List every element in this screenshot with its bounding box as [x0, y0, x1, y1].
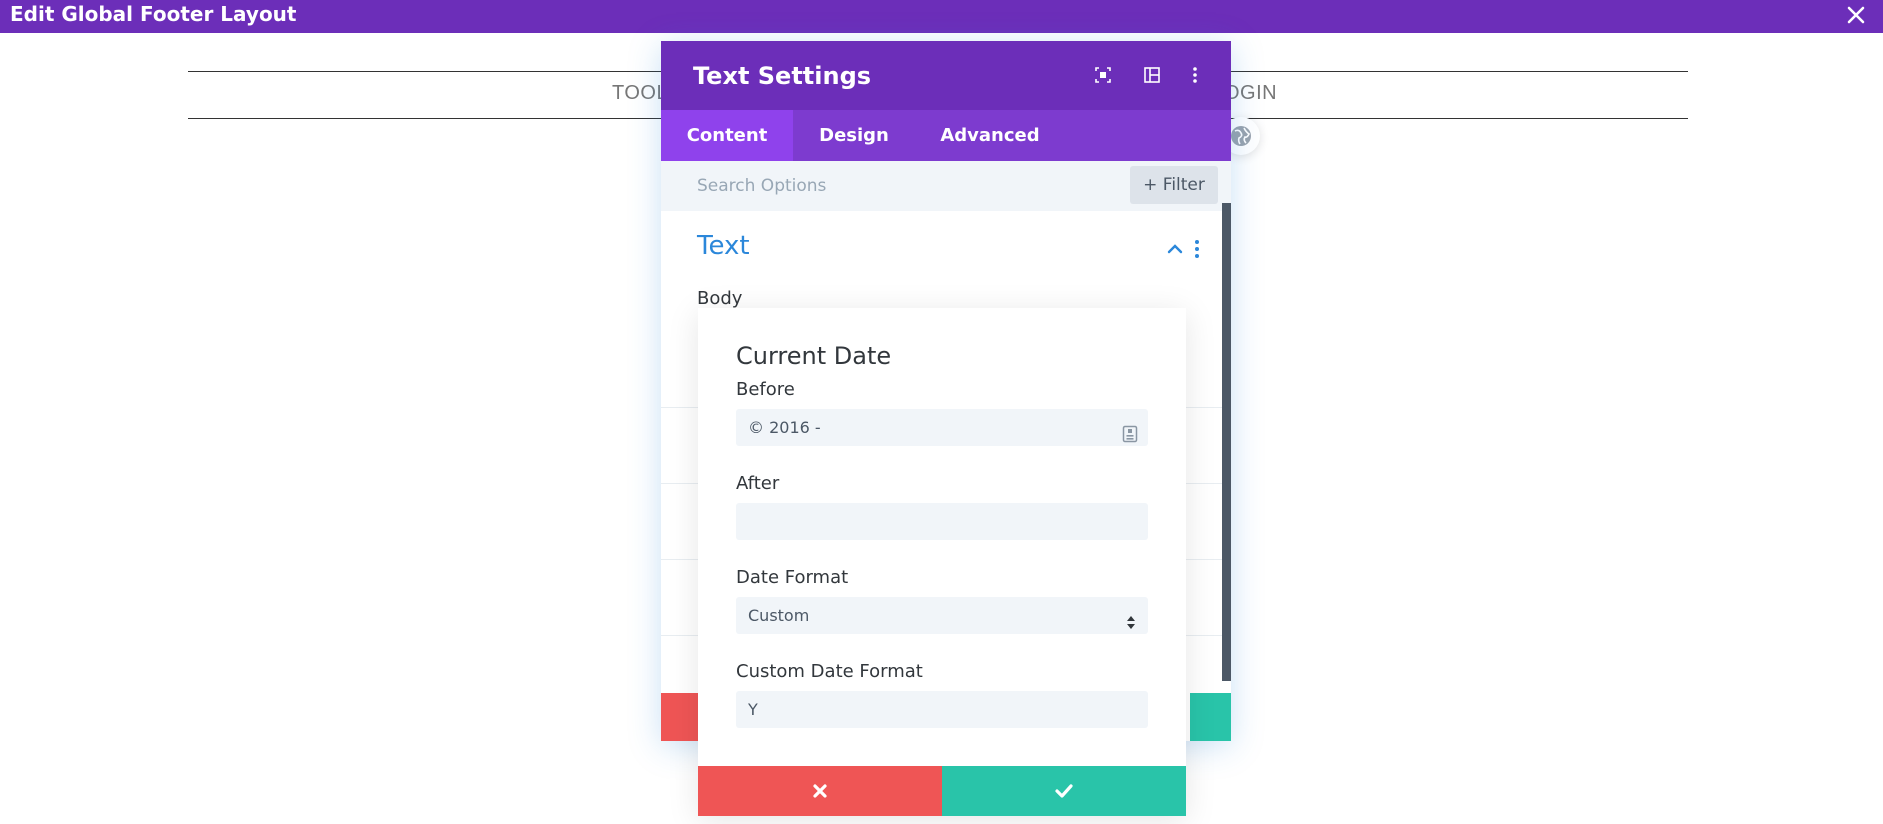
after-field[interactable]	[736, 503, 1148, 540]
before-field[interactable]: © 2016 -	[736, 409, 1148, 446]
section-more-icon[interactable]	[1193, 239, 1201, 259]
tab-content[interactable]: Content	[661, 110, 793, 161]
date-format-select[interactable]: Custom	[736, 597, 1148, 634]
top-bar: Edit Global Footer Layout	[0, 0, 1883, 33]
panel-tabs: Content Design Advanced	[661, 110, 1231, 161]
before-value: © 2016 -	[748, 418, 821, 437]
before-label: Before	[736, 379, 795, 400]
panel-scrollbar[interactable]	[1222, 203, 1231, 681]
body-label: Body	[697, 288, 743, 309]
focus-icon[interactable]	[1093, 65, 1113, 85]
modal-cancel-button[interactable]	[698, 766, 942, 816]
dynamic-content-modal: Current Date Before © 2016 - After Date …	[698, 308, 1186, 816]
tab-design[interactable]: Design	[793, 110, 915, 161]
search-input[interactable]	[697, 171, 1077, 201]
check-icon	[1055, 784, 1073, 798]
custom-format-field[interactable]: Y	[736, 691, 1148, 728]
panel-header: Text Settings	[661, 41, 1231, 110]
custom-format-label: Custom Date Format	[736, 661, 923, 682]
section-title-text[interactable]: Text	[697, 231, 750, 261]
panel-save-button[interactable]	[1190, 693, 1231, 741]
close-icon[interactable]	[1843, 2, 1869, 28]
nav-item-login[interactable]: OGIN	[1224, 82, 1277, 105]
panel-cancel-button[interactable]	[661, 693, 701, 741]
modal-title: Current Date	[736, 342, 892, 370]
tab-advanced[interactable]: Advanced	[915, 110, 1065, 161]
filter-button[interactable]: + Filter	[1130, 166, 1218, 204]
modal-save-button[interactable]	[942, 766, 1186, 816]
close-icon	[813, 784, 827, 798]
more-vertical-icon[interactable]	[1185, 65, 1205, 85]
dynamic-content-icon[interactable]	[1122, 419, 1138, 443]
panel-title: Text Settings	[693, 62, 872, 90]
after-label: After	[736, 473, 780, 494]
select-arrows-icon	[1126, 607, 1136, 629]
date-format-label: Date Format	[736, 567, 849, 588]
date-format-value: Custom	[748, 606, 810, 625]
window-title: Edit Global Footer Layout	[10, 2, 297, 26]
sidebar-layout-icon[interactable]	[1142, 65, 1162, 85]
chevron-up-icon[interactable]	[1166, 241, 1184, 255]
